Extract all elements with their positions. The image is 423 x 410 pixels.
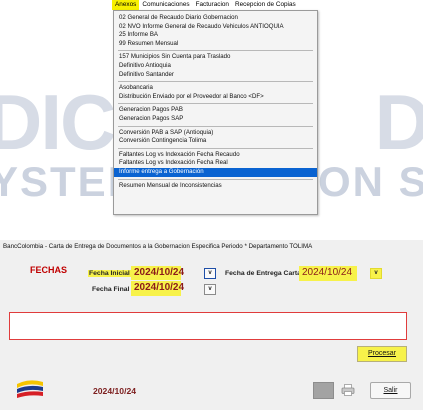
carta-entrega-dialog: BancColombia - Carta de Entrega de Docum… [0,240,423,410]
menu-recepcion-copias[interactable]: Recepcion de Copias [232,0,299,10]
message-box [9,312,407,340]
dialog-title: BancColombia - Carta de Entrega de Docum… [3,243,313,250]
menu-item[interactable]: 157 Municipios Sin Cuenta para Traslado [114,53,317,62]
procesar-button[interactable]: Procesar [357,346,407,362]
watermark-right-2: ON S.A [318,158,423,205]
menu-separator [114,48,317,53]
menu-comunicaciones[interactable]: Comunicaciones [139,0,192,10]
menu-item[interactable]: Definitivo Antioquia [114,62,317,71]
fecha-final-dropdown-button[interactable]: v [204,284,216,295]
watermark-right: D [374,78,423,166]
procesar-button-label: Procesar [367,350,396,357]
watermark-left: DIC [0,78,116,166]
menu-item[interactable]: Resumen Mensual de Inconsistencias [114,182,317,191]
menu-item[interactable]: Distribución Enviado por el Proveedor al… [114,93,317,102]
menu-item[interactable]: Generacion Pagos SAP [114,115,317,124]
fecha-inicial-label: Fecha Inicial [88,270,131,277]
fecha-final-input[interactable]: 2024/10/24 [131,281,184,296]
menu-item-selected[interactable]: Informe entrega a Gobernación [114,167,317,177]
fecha-inicial-dropdown-button[interactable]: v [204,268,216,279]
fecha-entrega-dropdown-button[interactable]: v [370,268,382,279]
menu-separator [114,177,317,182]
bancolombia-logo-icon [17,380,43,398]
menu-separator [114,124,317,129]
fecha-entrega-label: Fecha de Entrega Carta [225,270,301,277]
menu-item[interactable]: Faltantes Log vs Indexación Fecha Real [114,159,317,168]
footer-date: 2024/10/24 [93,386,137,396]
menu-item[interactable]: 99 Resumen Mensual [114,40,317,49]
menu-item[interactable]: Conversión PAB a SAP (Antioquia) [114,129,317,138]
menu-item[interactable]: Generacion Pagos PAB [114,106,317,115]
fecha-inicial-input[interactable]: 2024/10/24 [131,266,184,280]
fecha-entrega-input[interactable]: 2024/10/24 [299,266,357,281]
menu-separator [114,79,317,84]
salir-button[interactable]: Salir [370,382,411,399]
menu-item[interactable]: Asobancaria [114,84,317,93]
fecha-final-label: Fecha Final [92,286,130,293]
salir-button-label: Salir [383,387,398,394]
menu-item[interactable]: 02 General de Recaudo Diario Gobernacion [114,14,317,23]
menu-item[interactable]: Conversión Contingencia Tolima [114,137,317,146]
menu-item[interactable]: Faltantes Log vs Indexación Fecha Recaud… [114,151,317,160]
menu-item[interactable]: Definitivo Santander [114,71,317,80]
app-background: DIC D YSTEM ON S.A Anexos Comunicaciones… [0,0,423,238]
anexos-dropdown-menu: 02 General de Recaudo Diario Gobernacion… [113,10,318,215]
menu-item[interactable]: 02 NVO Informe General de Recaudo Vehicu… [114,23,317,32]
menu-separator [114,101,317,106]
menu-facturacion[interactable]: Facturacion [193,0,232,10]
menu-separator [114,146,317,151]
menu-anexos[interactable]: Anexos [112,0,140,10]
menu-item[interactable]: 25 Informe BA [114,31,317,40]
menubar: Anexos Comunicaciones Facturacion Recepc… [112,0,299,10]
status-indicator [313,382,334,399]
fechas-label: FECHAS [30,265,68,275]
printer-icon[interactable] [341,383,355,397]
